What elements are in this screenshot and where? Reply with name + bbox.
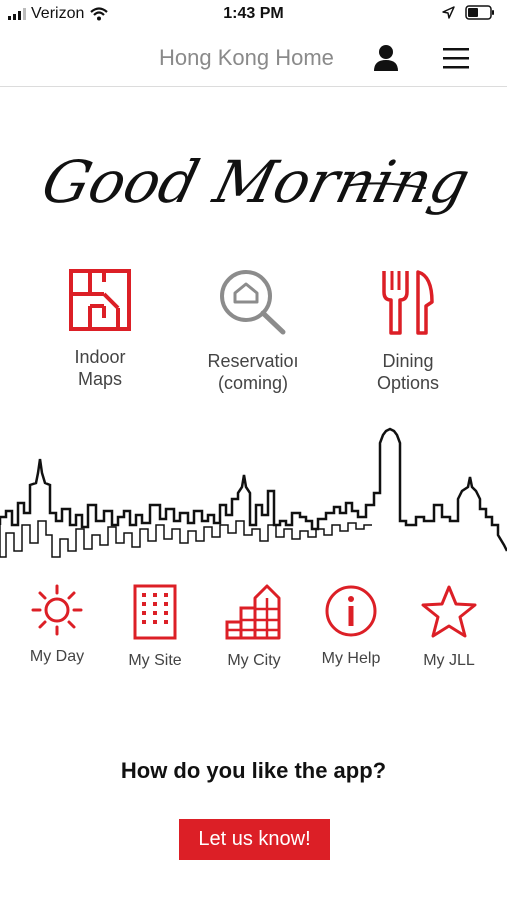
star-icon: [421, 585, 477, 638]
status-time: 1:43 PM: [223, 5, 284, 22]
info-icon: [325, 585, 377, 637]
page-title: Hong Kong Home: [159, 45, 334, 70]
status-right: [442, 5, 495, 20]
floor-plan-icon: [69, 269, 131, 331]
quick-link-my-city[interactable]: My City: [208, 584, 300, 670]
location-arrow-icon: [442, 6, 455, 19]
greeting-heading: Good Morning: [36, 148, 477, 216]
quick-link-label: My Site: [128, 652, 182, 669]
feature-label: Dining Options: [376, 351, 440, 393]
quick-link-label: My City: [227, 652, 281, 669]
building-icon: [133, 584, 177, 640]
skyline-illustration: [0, 427, 507, 558]
feature-reservations[interactable]: Reservatioı (coming): [178, 268, 328, 394]
feature-label: Reservatioı (coming): [207, 351, 299, 393]
quick-link-my-site[interactable]: My Site: [109, 584, 201, 670]
status-bar: Verizon 1:43 PM: [0, 0, 507, 30]
feature-indoor-maps[interactable]: Indoor Maps: [25, 268, 175, 390]
quick-link-my-help[interactable]: My Help: [305, 584, 397, 668]
quick-link-label: My Help: [321, 650, 381, 667]
fork-knife-icon: [382, 270, 434, 335]
sun-icon: [31, 584, 83, 636]
feedback-button[interactable]: Let us know!: [179, 819, 330, 860]
quick-link-label: My Day: [29, 648, 85, 665]
hamburger-menu-icon[interactable]: [443, 46, 469, 70]
greeting-text: Good Morning: [36, 148, 477, 216]
city-icon: [225, 584, 281, 640]
feature-label: Indoor Maps: [74, 347, 126, 389]
quick-link-my-day[interactable]: My Day: [11, 584, 103, 666]
feedback-question: How do you like the app?: [120, 758, 387, 783]
quick-link-my-jll[interactable]: My JLL: [403, 584, 495, 670]
feature-dining-options[interactable]: Dining Options: [333, 268, 483, 394]
nav-bar: Hong Kong Home: [0, 30, 507, 87]
quick-link-label: My JLL: [423, 652, 475, 669]
search-house-icon: [220, 270, 286, 335]
battery-icon: [465, 5, 494, 20]
user-icon[interactable]: [372, 43, 400, 73]
